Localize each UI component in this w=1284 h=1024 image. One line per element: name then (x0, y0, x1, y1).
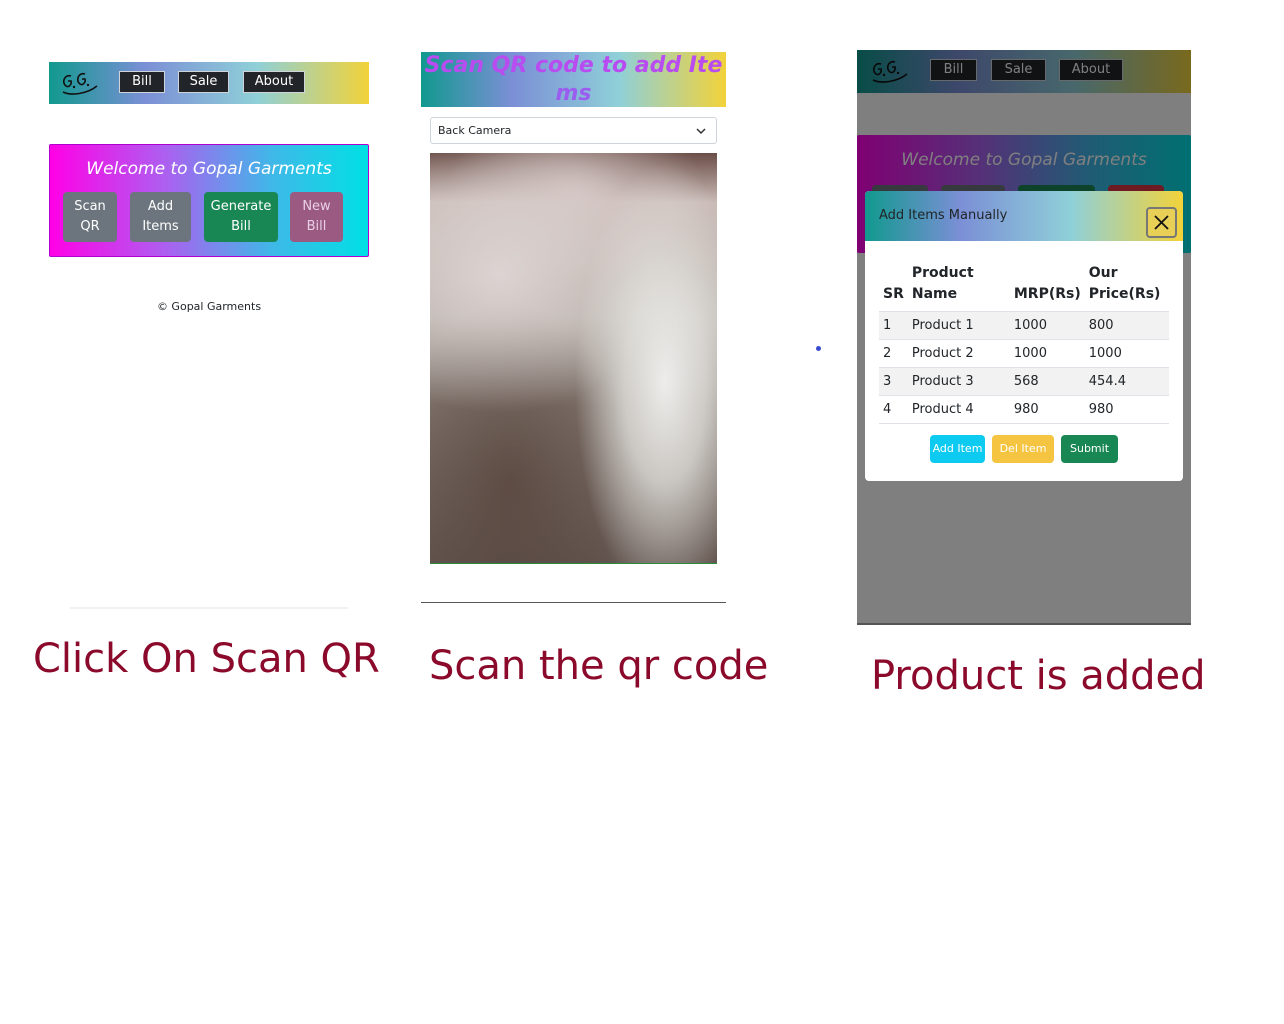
col-mrp: MRP(Rs) (1009, 257, 1085, 312)
modal-close-button[interactable] (1146, 207, 1177, 238)
close-icon (1154, 215, 1169, 230)
cell-price: 1000 (1084, 339, 1169, 368)
scan-qr-label-2: QR (80, 219, 100, 234)
gg-logo[interactable] (57, 66, 101, 100)
col-our-price: Our Price(Rs) (1084, 257, 1169, 312)
add-item-button[interactable]: Add Item (930, 435, 985, 463)
generate-bill-label-2: Bill (231, 219, 251, 234)
welcome-card: Welcome to Gopal Garments Scan QR Add It… (49, 144, 369, 257)
caption-step-1: Click On Scan QR (33, 636, 380, 682)
cell-mrp: 1000 (1009, 311, 1085, 340)
camera-select[interactable]: Back Camera (430, 117, 717, 144)
table-header-row: SR Product Name MRP(Rs) Our Price(Rs) (879, 257, 1169, 312)
col-sr: SR (879, 257, 908, 312)
scanner-title-line-2: ms (555, 81, 592, 106)
caption-step-3: Product is added (871, 653, 1206, 699)
scan-qr-button[interactable]: Scan QR (63, 192, 117, 242)
footer-copyright: © Gopal Garments (156, 300, 262, 313)
col-product-name: Product Name (907, 257, 1010, 312)
cell-name: Product 2 (907, 339, 1010, 368)
cell-sr: 2 (879, 339, 908, 368)
cell-mrp: 1000 (1009, 339, 1085, 368)
camera-feed[interactable] (430, 153, 717, 564)
nav-sale-button[interactable]: Sale (178, 71, 229, 93)
nav-about-button[interactable]: About (243, 71, 305, 93)
scanner-title-line-1: Scan QR code to add Ite (424, 53, 723, 78)
panel-modal-screen: Bill Sale About Welcome to Gopal Garment… (857, 50, 1191, 625)
panel-home: Bill Sale About Welcome to Gopal Garment… (49, 62, 369, 322)
scanner-bottom-divider (421, 602, 726, 603)
items-table: SR Product Name MRP(Rs) Our Price(Rs) 1 Pr… (879, 257, 1169, 424)
modal-header: Add Items Manually (865, 191, 1183, 241)
table-row[interactable]: 3 Product 3 568 454.4 (879, 367, 1169, 396)
items-table-wrapper: SR Product Name MRP(Rs) Our Price(Rs) 1 Pr… (879, 257, 1169, 424)
scan-qr-label-1: Scan (74, 199, 106, 214)
add-items-label-1: Add (147, 199, 174, 214)
cell-name: Product 4 (907, 395, 1010, 424)
add-items-label-2: Items (142, 219, 179, 234)
add-items-modal: Add Items Manually SR Product Name MRP(Rs… (865, 191, 1183, 481)
table-row[interactable]: 2 Product 2 1000 1000 (879, 339, 1169, 368)
new-bill-label-1: New (302, 199, 331, 214)
cursor-dot (816, 346, 821, 351)
cell-sr: 4 (879, 395, 908, 424)
cell-sr: 1 (879, 311, 908, 340)
chevron-down-icon (696, 128, 706, 135)
add-items-button[interactable]: Add Items (130, 192, 191, 242)
submit-button[interactable]: Submit (1061, 435, 1118, 463)
modal-title: Add Items Manually (879, 208, 1008, 223)
cell-mrp: 980 (1009, 395, 1085, 424)
welcome-title: Welcome to Gopal Garments (86, 159, 332, 179)
cell-sr: 3 (879, 367, 908, 396)
nav-bill-button[interactable]: Bill (119, 71, 165, 93)
cell-price: 454.4 (1084, 367, 1169, 396)
navbar: Bill Sale About (49, 62, 369, 104)
cell-name: Product 3 (907, 367, 1010, 396)
table-row[interactable]: 1 Product 1 1000 800 (879, 311, 1169, 340)
modal-actions: Add Item Del Item Submit (865, 435, 1183, 463)
camera-select-value: Back Camera (438, 124, 512, 137)
scanner-header: Scan QR code to add Ite ms (421, 52, 726, 107)
cell-mrp: 568 (1009, 367, 1085, 396)
cell-name: Product 1 (907, 311, 1010, 340)
new-bill-button[interactable]: New Bill (290, 192, 343, 242)
panel-home-bottom-divider (70, 607, 348, 609)
table-row[interactable]: 4 Product 4 980 980 (879, 395, 1169, 424)
panel-scanner: Scan QR code to add Ite ms Back Camera (421, 52, 726, 604)
caption-step-2: Scan the qr code (429, 643, 769, 689)
new-bill-label-2: Bill (306, 219, 327, 234)
cell-price: 800 (1084, 311, 1169, 340)
del-item-button[interactable]: Del Item (992, 435, 1054, 463)
generate-bill-label-1: Generate (210, 199, 272, 214)
generate-bill-button[interactable]: Generate Bill (204, 192, 278, 242)
cell-price: 980 (1084, 395, 1169, 424)
